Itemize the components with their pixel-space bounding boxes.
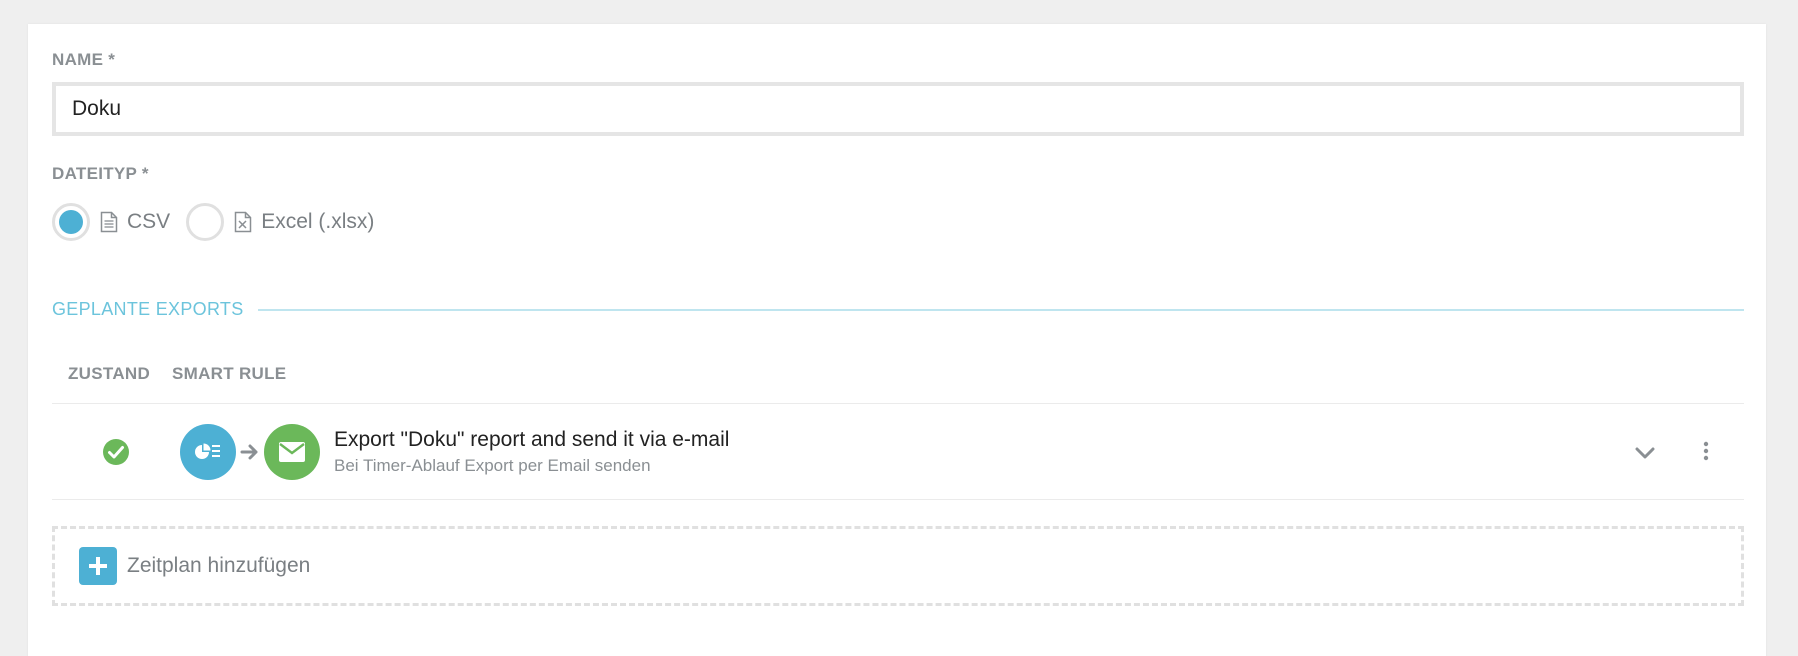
column-header-state: ZUSTAND <box>68 364 151 383</box>
section-title: GEPLANTE EXPORTS <box>52 299 244 319</box>
radio-button-unselected[interactable] <box>186 203 225 241</box>
plus-icon <box>79 547 117 585</box>
name-label: NAME * <box>52 50 116 69</box>
rule-subtitle: Bei Timer-Ablauf Export per Email senden <box>334 456 651 475</box>
row-menu-button[interactable] <box>1696 436 1716 466</box>
radio-button-selected[interactable] <box>52 203 90 241</box>
document-icon <box>100 211 118 233</box>
check-circle-icon <box>103 439 129 465</box>
email-action-icon <box>264 424 320 480</box>
more-vertical-icon <box>1703 441 1709 461</box>
excel-file-icon <box>234 211 252 233</box>
filetype-option-csv[interactable]: CSV <box>52 203 170 241</box>
add-schedule-button[interactable]: Zeitplan hinzufügen <box>52 526 1744 606</box>
filetype-radio-group: CSV Excel (.xlsx) <box>52 202 390 242</box>
report-trigger-icon <box>180 424 236 480</box>
scheduled-exports-header: GEPLANTE EXPORTS <box>52 299 1744 320</box>
name-input[interactable] <box>52 82 1744 136</box>
section-divider <box>257 308 1744 311</box>
rule-title[interactable]: Export "Doku" report and send it via e-m… <box>334 428 729 452</box>
filetype-option-label: CSV <box>127 210 171 233</box>
envelope-icon <box>279 442 305 462</box>
export-form-panel: NAME * DATEITYP * CSV Excel (.xlsx) <box>28 24 1766 656</box>
expand-button[interactable] <box>1630 438 1660 468</box>
chevron-down-icon <box>1635 447 1655 459</box>
add-schedule-label: Zeitplan hinzufügen <box>127 554 311 577</box>
table-row[interactable]: Export "Doku" report and send it via e-m… <box>52 404 1744 500</box>
report-icon <box>195 443 220 459</box>
column-header-smart-rule: SMART RULE <box>172 364 287 383</box>
rules-table-header: ZUSTAND SMART RULE <box>52 340 1744 404</box>
filetype-label: DATEITYP * <box>52 164 149 183</box>
filetype-option-excel[interactable]: Excel (.xlsx) <box>186 203 374 241</box>
arrow-right-icon <box>240 444 258 460</box>
filetype-option-label: Excel (.xlsx) <box>261 210 375 233</box>
